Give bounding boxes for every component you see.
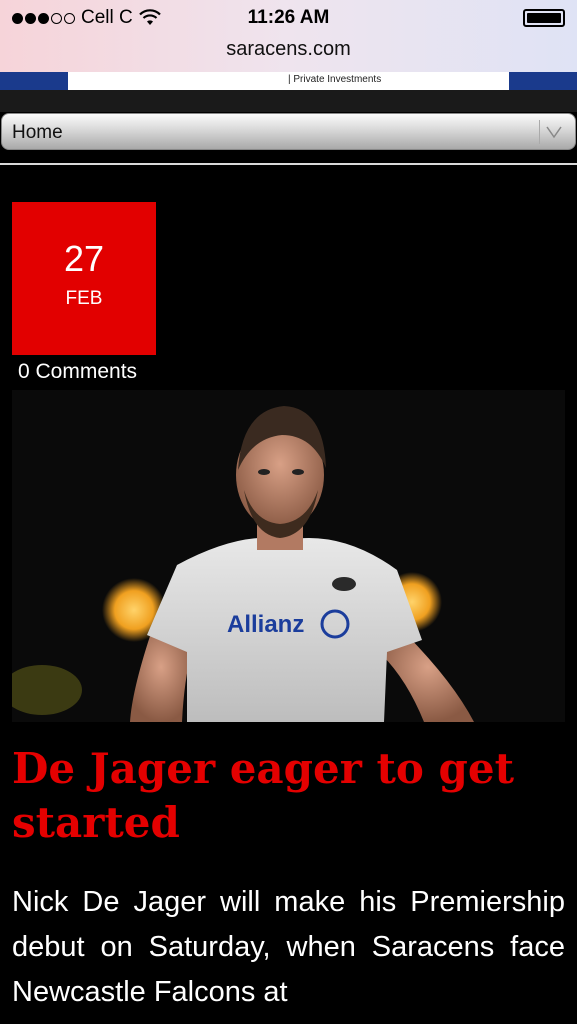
browser-header: Cell C 11:26 AM saracens.com (0, 0, 577, 72)
nav-select-value: Home (12, 122, 63, 143)
post-title[interactable]: De Jager eager to get started (12, 742, 565, 850)
header-divider (0, 90, 577, 112)
post-excerpt: Nick De Jager will make his Premiership … (12, 886, 565, 1008)
status-time: 11:26 AM (247, 7, 330, 28)
url-bar[interactable]: saracens.com (0, 38, 577, 61)
rugby-player-photo: Allianz (12, 390, 565, 722)
sponsor-banner[interactable]: | Private Investments (0, 72, 577, 90)
sponsor-banner-white: | Private Investments (68, 72, 509, 90)
comments-link[interactable]: 0 Comments (18, 360, 137, 384)
post-date-month: FEB (65, 288, 103, 309)
battery-icon (523, 9, 565, 27)
sponsor-banner-text: | Private Investments (288, 74, 382, 85)
post-hero-image[interactable]: Allianz (12, 390, 565, 722)
jersey-sponsor-text: Allianz (227, 611, 304, 638)
post-date-day: 27 (63, 238, 105, 279)
nav-divider (0, 163, 577, 165)
post-date-badge: 27 FEB (12, 202, 156, 355)
nav-select[interactable]: Home (1, 113, 576, 150)
chevron-down-icon (539, 120, 567, 144)
